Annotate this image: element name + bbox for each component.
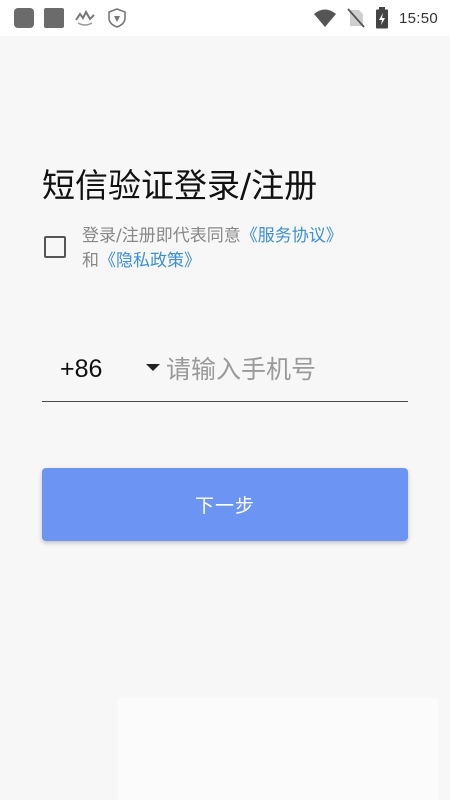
app-icon <box>44 8 64 28</box>
app-icon <box>14 8 34 28</box>
privacy-policy-link[interactable]: 《隐私政策》 <box>99 251 201 271</box>
status-bar-right-icons: 15:50 <box>313 7 438 29</box>
battery-charging-icon <box>375 7 388 29</box>
status-bar-left-icons <box>14 7 128 29</box>
phone-input-underline <box>42 401 408 402</box>
chevron-down-icon[interactable] <box>146 364 160 371</box>
agreement-conjunction: 和 <box>82 251 99 271</box>
agreement-prefix: 登录/注册即代表同意 <box>82 226 241 246</box>
shield-icon <box>108 8 126 28</box>
status-time: 15:50 <box>398 9 438 27</box>
notification-icon <box>75 9 95 26</box>
agreement-checkbox[interactable] <box>44 236 66 258</box>
service-agreement-link[interactable]: 《服务协议》 <box>241 226 343 246</box>
bottom-blank-area <box>118 698 438 800</box>
country-code-selector[interactable]: +86 <box>60 352 102 386</box>
next-button[interactable]: 下一步 <box>42 468 408 541</box>
status-bar: 15:50 <box>0 0 450 36</box>
page-title: 短信验证登录/注册 <box>42 166 318 206</box>
login-screen: 15:50 短信验证登录/注册 登录/注册即代表同意《服务协议》 和《隐私政策》… <box>0 0 450 800</box>
no-sim-icon <box>347 8 365 28</box>
agreement-text: 登录/注册即代表同意《服务协议》 和《隐私政策》 <box>82 224 422 274</box>
wifi-icon <box>313 9 336 27</box>
phone-input[interactable] <box>166 348 406 390</box>
